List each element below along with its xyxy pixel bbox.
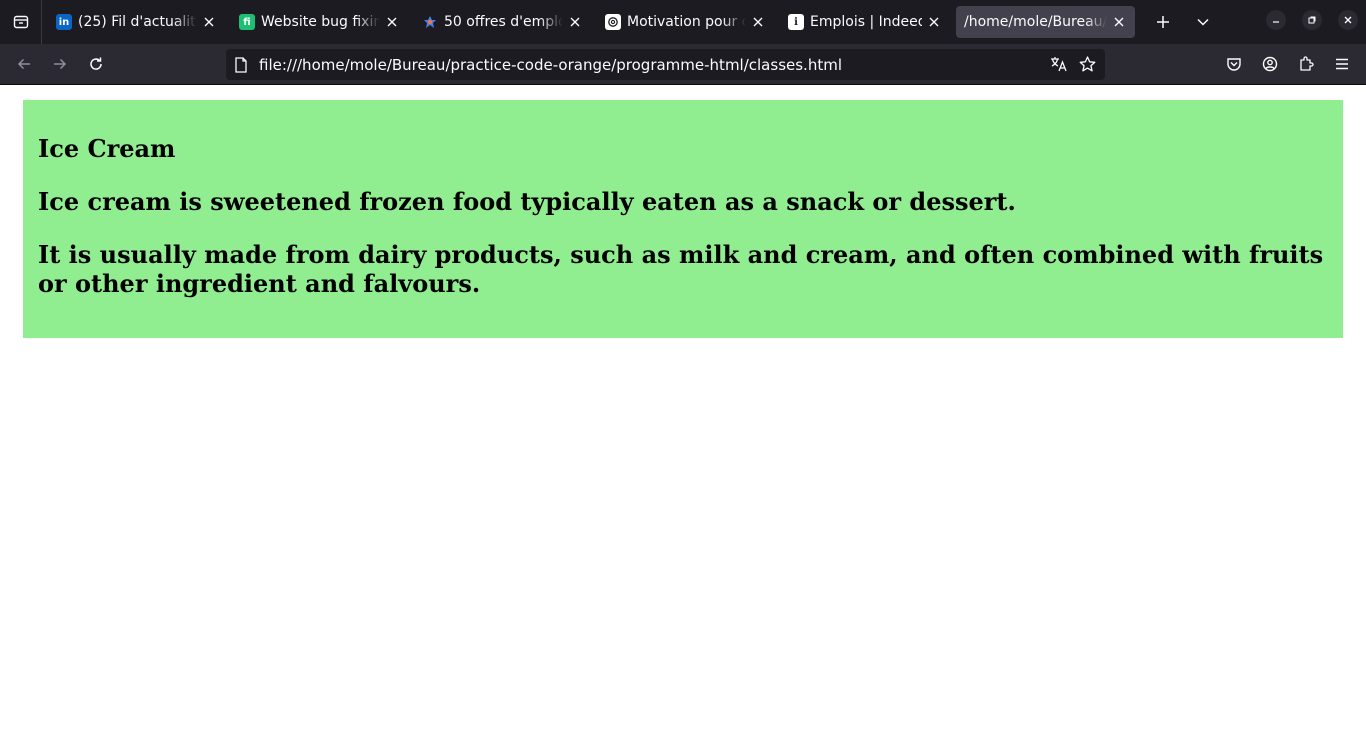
ice-cream-section: Ice Cream Ice cream is sweetened frozen … bbox=[23, 100, 1343, 338]
arrow-left-icon bbox=[17, 58, 30, 70]
close-icon[interactable] bbox=[926, 14, 942, 30]
list-all-tabs-button[interactable] bbox=[1185, 4, 1221, 40]
account-button[interactable] bbox=[1254, 48, 1286, 80]
navigation-toolbar: file:///home/mole/Bureau/practice-code-o… bbox=[0, 44, 1366, 85]
tab-title: (25) Fil d'actualité | LinkedIn bbox=[78, 14, 197, 30]
chevron-down-icon bbox=[1197, 18, 1209, 26]
forward-button[interactable] bbox=[44, 48, 76, 80]
bookmark-star-icon[interactable] bbox=[1079, 56, 1096, 76]
window-controls bbox=[1266, 10, 1358, 30]
tab-title: 50 offres d'emploi bbox=[444, 14, 563, 30]
page-viewport: Ice Cream Ice cream is sweetened frozen … bbox=[0, 85, 1366, 741]
page-heading: Ice Cream bbox=[38, 134, 176, 163]
tab-fiverr[interactable]: fi Website bug fixing bbox=[231, 6, 408, 38]
pocket-icon bbox=[1227, 58, 1241, 71]
close-icon[interactable] bbox=[1111, 14, 1127, 30]
hamburger-menu-icon bbox=[1336, 58, 1348, 70]
chatgpt-icon bbox=[605, 14, 621, 30]
arrow-right-icon bbox=[54, 58, 67, 70]
fiverr-icon: fi bbox=[239, 14, 255, 30]
close-icon[interactable] bbox=[384, 14, 400, 30]
reload-button[interactable] bbox=[80, 48, 112, 80]
url-text[interactable]: file:///home/mole/Bureau/practice-code-o… bbox=[259, 56, 842, 74]
minimize-button[interactable] bbox=[1266, 10, 1286, 30]
tab-job-offers[interactable]: 50 offres d'emploi bbox=[414, 6, 591, 38]
close-window-button[interactable] bbox=[1338, 10, 1358, 30]
info-icon: i bbox=[788, 14, 804, 30]
reload-icon bbox=[90, 57, 102, 70]
job-site-icon bbox=[422, 14, 438, 30]
close-icon[interactable] bbox=[201, 14, 217, 30]
description-line-1: Ice cream is sweetened frozen food typic… bbox=[38, 187, 1016, 216]
close-icon[interactable] bbox=[750, 14, 766, 30]
tab-strip: in (25) Fil d'actualité | LinkedIn fi We… bbox=[0, 0, 1366, 44]
tab-indeed[interactable]: i Emplois | Indeed bbox=[780, 6, 950, 38]
extensions-button[interactable] bbox=[1290, 48, 1322, 80]
puzzle-icon bbox=[1300, 56, 1314, 71]
tab-linkedin[interactable]: in (25) Fil d'actualité | LinkedIn bbox=[48, 6, 225, 38]
new-tab-button[interactable] bbox=[1145, 4, 1181, 40]
close-icon[interactable] bbox=[567, 14, 583, 30]
tab-title: /home/mole/Bureau/practice-code-orange/p… bbox=[964, 14, 1107, 30]
minimize-icon bbox=[1273, 21, 1279, 23]
tab-classes-html[interactable]: /home/mole/Bureau/practice-code-orange/p… bbox=[956, 6, 1135, 38]
close-icon bbox=[1344, 16, 1352, 24]
menu-button[interactable] bbox=[1326, 48, 1358, 80]
tab-title: Website bug fixing bbox=[261, 14, 380, 30]
back-button[interactable] bbox=[8, 48, 40, 80]
restore-button[interactable] bbox=[1302, 10, 1322, 30]
translate-icon[interactable] bbox=[1050, 56, 1068, 76]
description-line-2: It is usually made from dairy products, … bbox=[38, 240, 1324, 298]
account-icon bbox=[1262, 56, 1278, 72]
tab-title: Emplois | Indeed bbox=[810, 14, 922, 30]
firefox-view-icon bbox=[13, 15, 28, 29]
url-bar[interactable]: file:///home/mole/Bureau/practice-code-o… bbox=[226, 49, 1105, 80]
tab-title: Motivation pour dé bbox=[627, 14, 746, 30]
tab-chatgpt[interactable]: Motivation pour dé bbox=[597, 6, 774, 38]
linkedin-icon: in bbox=[56, 14, 72, 30]
restore-icon bbox=[1308, 16, 1316, 24]
pocket-button[interactable] bbox=[1218, 48, 1250, 80]
page-icon bbox=[234, 57, 248, 77]
firefox-view-button[interactable] bbox=[0, 0, 42, 44]
plus-icon bbox=[1157, 16, 1169, 28]
tab-list: in (25) Fil d'actualité | LinkedIn fi We… bbox=[42, 0, 1141, 44]
